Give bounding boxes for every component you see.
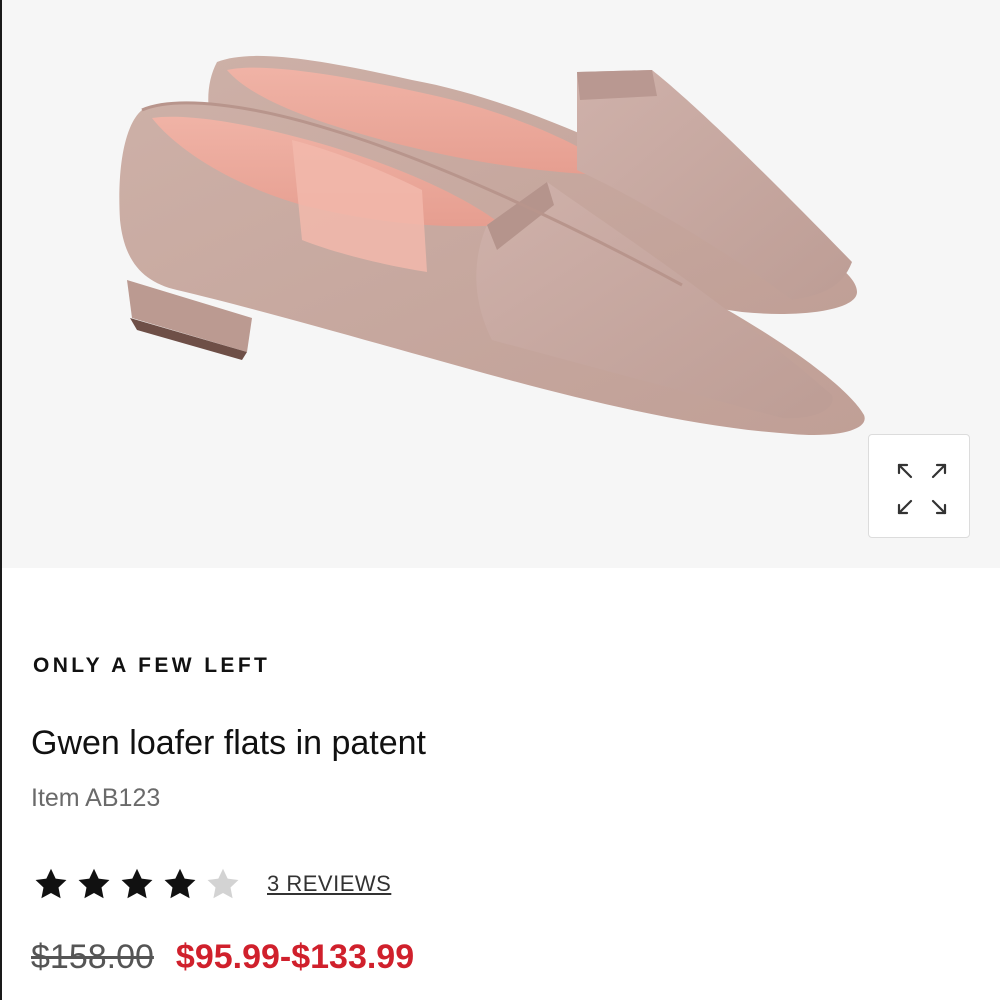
star-filled-icon	[35, 868, 67, 899]
original-price: $158.00	[31, 938, 154, 976]
star-filled-icon	[121, 868, 153, 899]
star-filled-icon	[78, 868, 110, 899]
product-image-gallery[interactable]	[2, 0, 1000, 568]
item-number: Item AB123	[31, 784, 161, 812]
star-filled-icon	[164, 868, 196, 899]
rating-summary: 3 REVIEWS	[32, 864, 391, 904]
stock-status-label: ONLY A FEW LEFT	[33, 654, 271, 677]
expand-image-button[interactable]	[868, 434, 970, 538]
reviews-link[interactable]: 3 REVIEWS	[267, 871, 391, 897]
star-empty-icon	[207, 868, 239, 899]
price-row: $158.00 $95.99-$133.99	[31, 938, 414, 977]
star-rating[interactable]	[32, 866, 247, 902]
product-image	[119, 55, 865, 436]
product-title: Gwen loafer flats in patent	[31, 724, 427, 762]
sale-price: $95.99-$133.99	[175, 938, 415, 976]
expand-arrows-icon	[897, 463, 947, 515]
